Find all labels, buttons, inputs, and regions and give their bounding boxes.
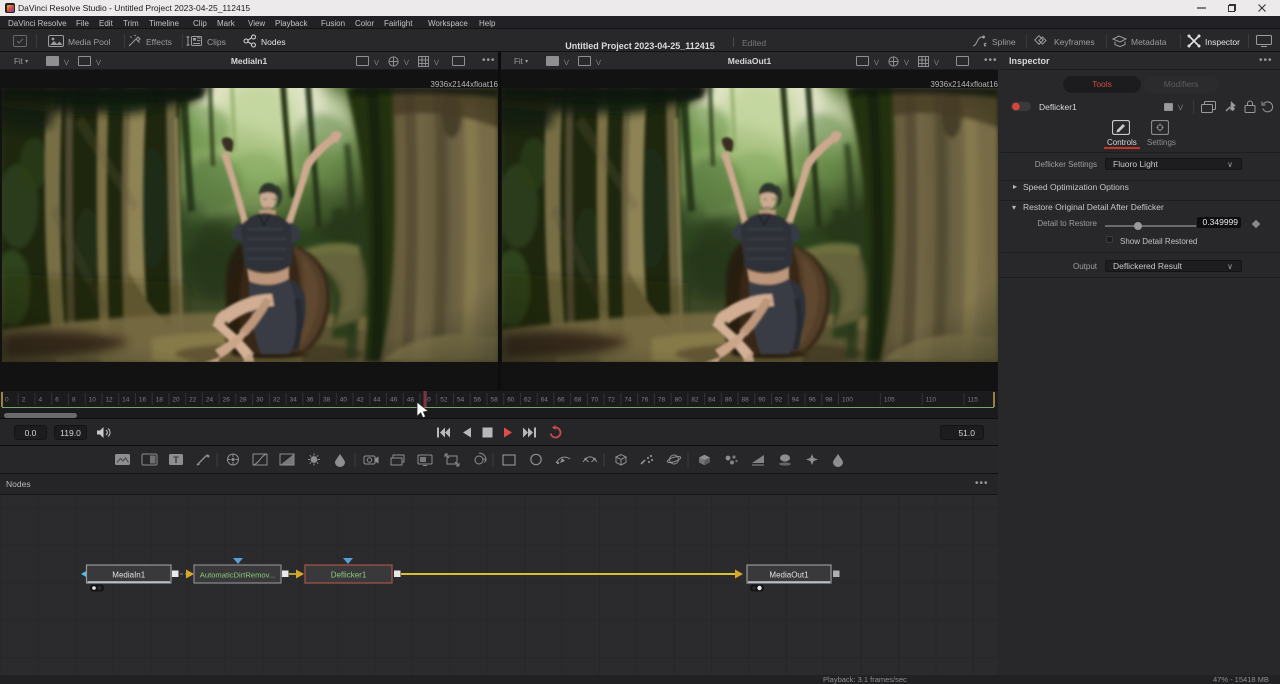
svg-text:18: 18 [156,397,164,404]
svg-text:22: 22 [189,397,197,404]
svg-text:MediaIn1: MediaIn1 [112,571,145,580]
svg-text:66: 66 [557,397,565,404]
svg-text:36: 36 [306,397,314,404]
svg-text:34: 34 [290,397,298,404]
svg-text:58: 58 [490,397,498,404]
svg-text:38: 38 [323,397,331,404]
svg-text:60: 60 [507,397,515,404]
svg-text:Deflicker1: Deflicker1 [331,571,367,580]
svg-text:40: 40 [340,397,348,404]
svg-text:92: 92 [775,397,783,404]
svg-text:26: 26 [223,397,231,404]
svg-text:56: 56 [474,397,482,404]
svg-text:94: 94 [792,397,800,404]
svg-text:74: 74 [624,397,632,404]
svg-text:82: 82 [691,397,699,404]
svg-text:76: 76 [641,397,649,404]
svg-text:4: 4 [38,397,42,404]
svg-text:44: 44 [373,397,381,404]
svg-text:16: 16 [139,397,147,404]
svg-text:86: 86 [725,397,733,404]
svg-text:42: 42 [357,397,365,404]
svg-text:90: 90 [758,397,766,404]
svg-text:115: 115 [968,397,979,404]
svg-text:20: 20 [172,397,180,404]
svg-text:68: 68 [574,397,582,404]
svg-text:30: 30 [256,397,264,404]
svg-text:70: 70 [591,397,599,404]
svg-text:84: 84 [708,397,716,404]
svg-text:14: 14 [122,397,130,404]
svg-text:46: 46 [390,397,398,404]
svg-text:98: 98 [825,397,833,404]
svg-text:110: 110 [926,397,937,404]
svg-text:24: 24 [206,397,214,404]
svg-text:52: 52 [440,397,448,404]
svg-text:80: 80 [675,397,683,404]
svg-text:62: 62 [524,397,532,404]
svg-text:88: 88 [742,397,750,404]
svg-text:32: 32 [273,397,281,404]
svg-text:AutomaticDirtRemov...: AutomaticDirtRemov... [200,571,275,580]
svg-text:8: 8 [72,397,76,404]
svg-text:78: 78 [658,397,666,404]
svg-text:72: 72 [608,397,616,404]
svg-text:54: 54 [457,397,465,404]
svg-text:10: 10 [89,397,97,404]
svg-text:MediaOut1: MediaOut1 [769,571,809,580]
svg-text:12: 12 [105,397,113,404]
svg-text:0: 0 [5,397,9,404]
svg-text:100: 100 [842,397,853,404]
svg-text:96: 96 [809,397,817,404]
svg-text:T: T [173,455,179,465]
svg-text:2: 2 [22,397,26,404]
svg-text:28: 28 [239,397,247,404]
svg-text:105: 105 [884,397,895,404]
svg-text:64: 64 [541,397,549,404]
svg-text:6: 6 [55,397,59,404]
